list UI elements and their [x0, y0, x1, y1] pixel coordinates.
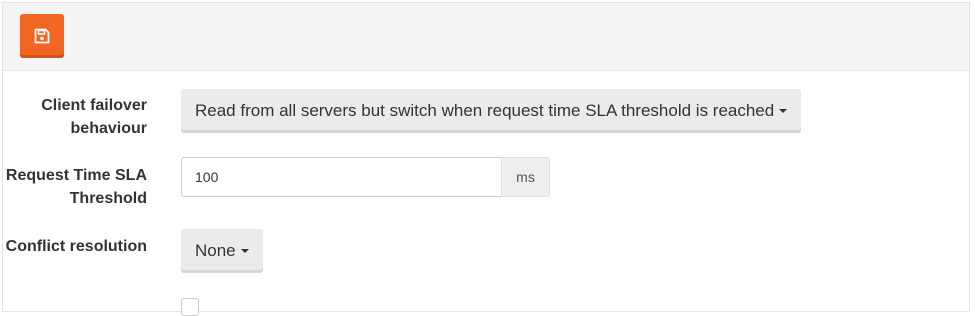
- failover-label: Client failover behaviour: [41, 97, 147, 137]
- floppy-disk-icon: [34, 28, 50, 44]
- conflict-selected-value: None: [195, 241, 236, 260]
- failover-selected-value: Read from all servers but switch when re…: [195, 101, 775, 120]
- sla-threshold-input-group: ms: [181, 157, 550, 197]
- caret-down-icon: [240, 249, 249, 253]
- save-button[interactable]: [20, 14, 64, 58]
- conflict-dropdown[interactable]: None: [181, 229, 263, 273]
- failover-dropdown[interactable]: Read from all servers but switch when re…: [181, 89, 802, 133]
- conflict-label: Conflict resolution: [5, 238, 147, 255]
- sla-threshold-unit: ms: [501, 157, 550, 197]
- caret-down-icon: [779, 109, 788, 113]
- checkbox[interactable]: [181, 298, 199, 316]
- toolbar: [3, 3, 969, 71]
- settings-panel: Client failover behaviour Read from all …: [2, 2, 970, 316]
- sla-threshold-input[interactable]: [181, 157, 501, 197]
- sla-threshold-label: Request Time SLA Threshold: [5, 167, 147, 207]
